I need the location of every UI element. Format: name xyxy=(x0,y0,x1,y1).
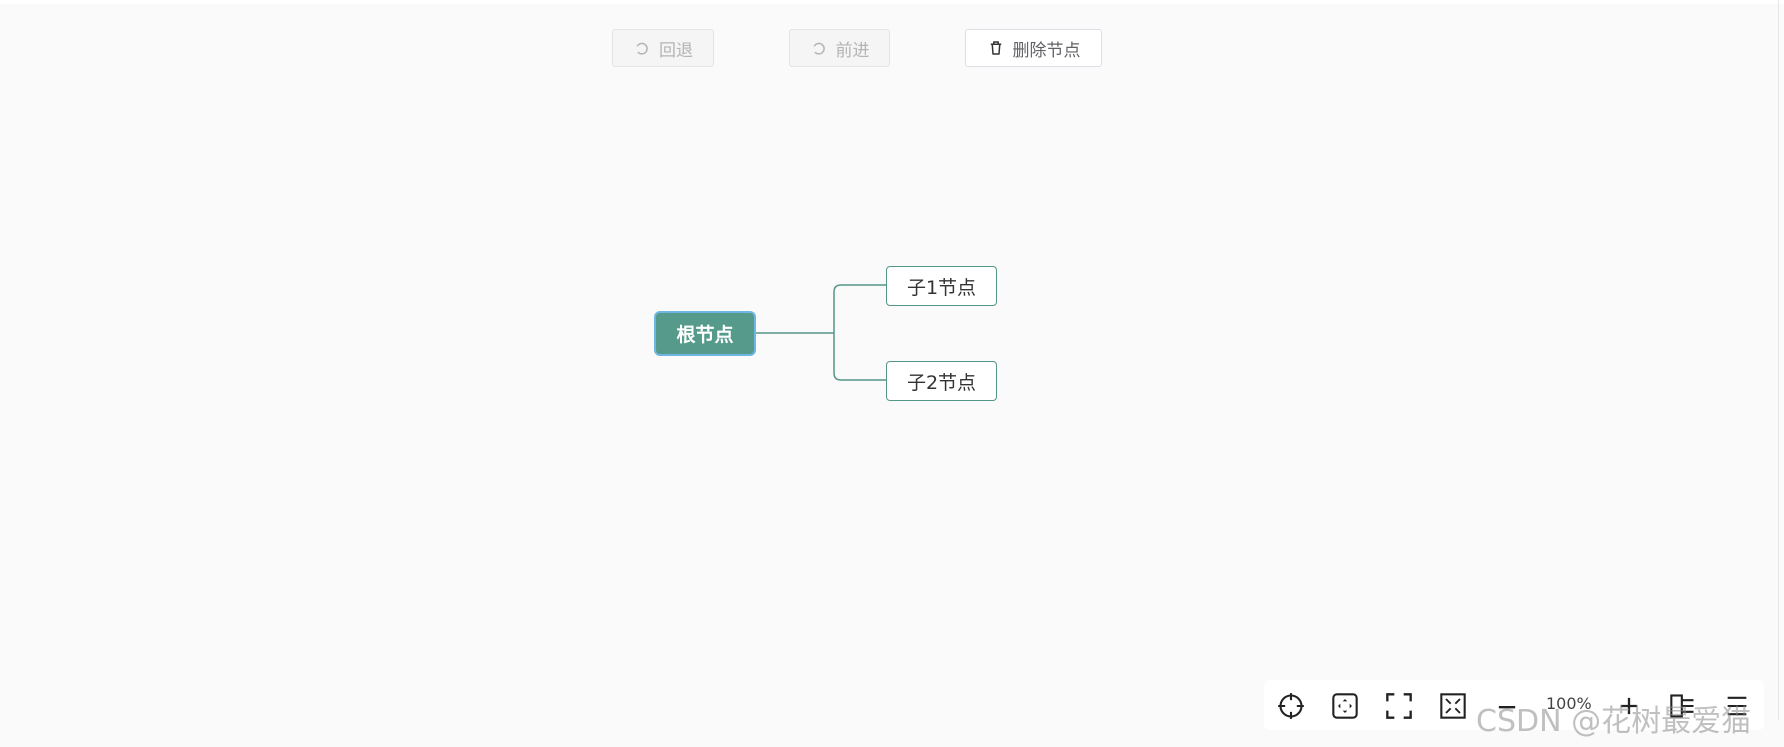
child-node-2[interactable]: 子2节点 xyxy=(886,361,997,401)
mindmap-editor: 回退 前进 删除节点 根节点 子1节点 子2节点 100% CSDN @花树最爱… xyxy=(0,0,1784,747)
locate-icon[interactable] xyxy=(1277,692,1305,720)
expand-icon[interactable] xyxy=(1439,692,1467,720)
fit-icon[interactable] xyxy=(1331,692,1359,720)
watermark: CSDN @花树最爱猫 xyxy=(1476,704,1752,739)
fullscreen-icon[interactable] xyxy=(1385,692,1413,720)
root-node[interactable]: 根节点 xyxy=(656,313,754,354)
child-node-1[interactable]: 子1节点 xyxy=(886,266,997,306)
